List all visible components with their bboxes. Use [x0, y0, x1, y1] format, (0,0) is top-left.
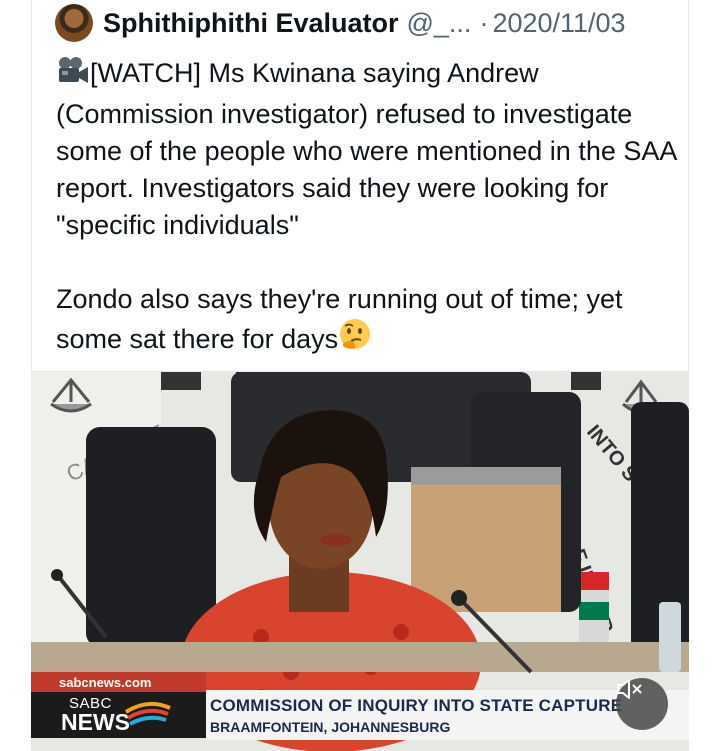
tweet-date[interactable]: 2020/11/03 [492, 8, 625, 39]
logo-news-text: NEWS [61, 709, 130, 735]
sabc-news-logo: SABC NEWS [31, 692, 206, 738]
tweet-text: [WATCH] Ms Kwinana saying Andrew (Commis… [56, 55, 676, 362]
separator-dot: · [479, 7, 489, 38]
video-player[interactable]: CAPTURE INTO ST F INQUIR [31, 371, 689, 751]
author-name[interactable]: Sphithiphithi Evaluator [103, 8, 399, 39]
tweet-header: Sphithiphithi Evaluator @_... · 2020/11/… [55, 3, 675, 43]
author-handle[interactable]: @_... [407, 8, 472, 39]
tweet-text-paragraph-1: [WATCH] Ms Kwinana saying Andrew (Commis… [56, 58, 676, 240]
speaker-muted-icon [617, 679, 642, 699]
chyron-title: COMMISSION OF INQUIRY INTO STATE CAPTURE [210, 696, 623, 715]
thinking-face-icon [338, 318, 372, 362]
avatar[interactable] [55, 4, 93, 42]
sabc-logo-icon [124, 701, 171, 726]
movie-camera-icon [56, 56, 90, 96]
chyron-subtitle: BRAAMFONTEIN, JOHANNESBURG [210, 719, 451, 735]
channel-site-label: sabcnews.com [31, 672, 206, 692]
mute-button[interactable] [616, 678, 668, 730]
